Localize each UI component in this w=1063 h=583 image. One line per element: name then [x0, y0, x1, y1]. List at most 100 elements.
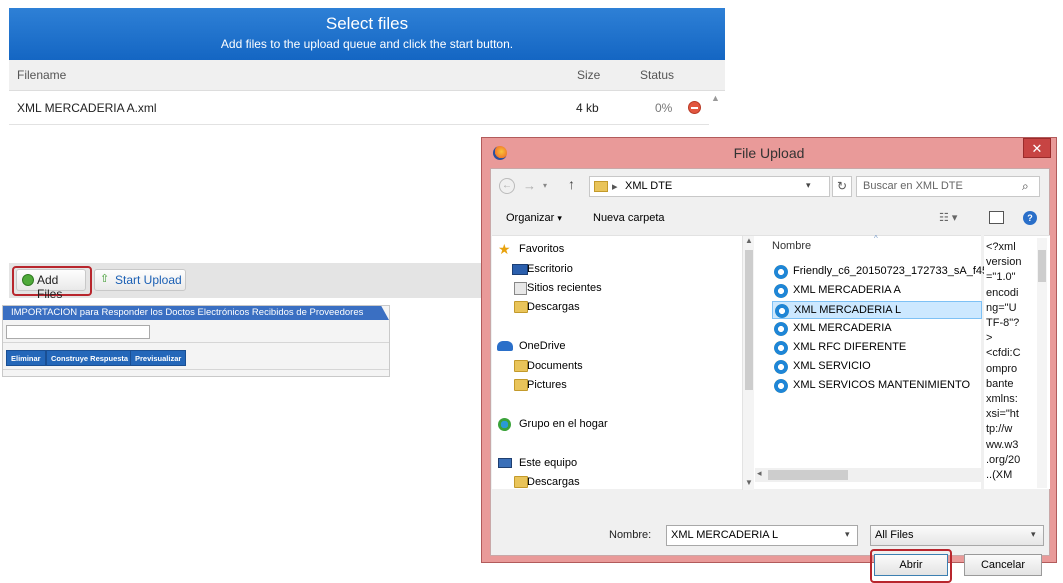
nav-label: Este equipo [519, 457, 578, 469]
nav-item-grupo-hogar[interactable]: Grupo en el hogar [492, 416, 742, 434]
file-list-hscrollbar[interactable]: ◂ [755, 468, 981, 482]
dialog-body: ← → ↑ ▸ XML DTE ▾ → ▾ ↑ ↻ Buscar en XML … [490, 168, 1050, 583]
forward-arrow-icon[interactable]: → [523, 178, 536, 193]
filename-input[interactable]: XML MERCADERIA L ▾ [666, 525, 858, 546]
file-item[interactable]: XML MERCADERIA A [772, 282, 982, 300]
importacion-actions: Eliminar Construye Respuesta Previsualiz… [3, 342, 389, 370]
file-item[interactable]: XML MERCADERIA [772, 320, 982, 338]
remove-file-icon[interactable] [688, 101, 701, 114]
open-button[interactable]: Abrir [874, 554, 948, 576]
back-arrow-icon[interactable]: ← [499, 178, 515, 194]
close-button[interactable]: ✕ [1023, 138, 1051, 158]
history-dropdown-icon[interactable]: ▾ [543, 181, 547, 190]
add-files-label: Add Files [37, 273, 63, 301]
chevron-down-icon[interactable]: ▾ [1031, 529, 1036, 540]
file-item[interactable]: XML SERVICIO [772, 358, 982, 376]
chevron-down-icon[interactable]: ▾ [806, 180, 811, 191]
column-nombre[interactable]: Nombre [772, 240, 811, 252]
nav-item-favoritos[interactable]: ★ Favoritos [492, 241, 742, 259]
ie-file-icon [774, 379, 788, 393]
nav-label: Grupo en el hogar [519, 418, 608, 430]
nav-item-descargas-2[interactable]: Descargas [492, 474, 742, 492]
preview-scrollbar[interactable] [1037, 238, 1047, 488]
hscroll-thumb[interactable] [768, 470, 848, 480]
filename-value: XML MERCADERIA L [671, 529, 779, 541]
ie-file-icon [775, 304, 789, 318]
column-size: Size [577, 68, 601, 82]
ie-file-icon [774, 322, 788, 336]
column-filename: Filename [17, 68, 67, 82]
cancel-button[interactable]: Cancelar [964, 554, 1042, 576]
refresh-icon[interactable]: ↻ [832, 176, 852, 197]
nav-item-pictures[interactable]: Pictures [492, 377, 742, 395]
sort-ascending-icon: ^ [874, 234, 878, 243]
preview-scroll-thumb[interactable] [1038, 250, 1046, 282]
folder-icon [514, 301, 528, 313]
scroll-up-arrow-icon[interactable]: ▲ [711, 93, 720, 103]
importacion-panel: IMPORTACION para Responder los Doctos El… [2, 305, 390, 377]
file-name: Friendly_c6_20150723_172733_sA_f4534 [793, 265, 1001, 277]
search-icon[interactable]: ⌕ [1022, 179, 1029, 194]
preview-pane-icon[interactable] [989, 211, 1004, 224]
file-list: Nombre ^ Friendly_c6_20150723_172733_sA_… [754, 234, 1000, 489]
nav-item-descargas[interactable]: Descargas [492, 299, 742, 317]
nav-label: Escritorio [527, 263, 573, 275]
computer-icon [498, 458, 512, 468]
nav-label: OneDrive [519, 340, 566, 352]
scroll-up-arrow-icon[interactable]: ▲ [745, 236, 753, 245]
nav-label: Descargas [527, 301, 580, 313]
add-files-button[interactable]: Add Files [16, 269, 86, 301]
importacion-input[interactable] [6, 325, 150, 339]
folder-icon [514, 379, 528, 391]
view-options-icon[interactable]: ☷ ▾ [939, 211, 957, 224]
search-box[interactable]: Buscar en XML DTE ⌕ [856, 176, 1040, 197]
organize-menu[interactable]: Organizar ▾ [506, 212, 562, 224]
queue-filename: XML MERCADERIA A.xml [17, 101, 157, 115]
upload-title: Select files [325, 14, 409, 33]
up-arrow-icon[interactable]: ↑ [568, 176, 575, 192]
new-folder-button[interactable]: Nueva carpeta [593, 212, 665, 224]
file-item[interactable]: Friendly_c6_20150723_172733_sA_f4534 [772, 263, 1000, 281]
nav-label: Documents [527, 360, 583, 372]
ie-file-icon [774, 360, 788, 374]
address-bar[interactable]: ▸ XML DTE ▾ [589, 176, 830, 197]
file-name: XML MERCADERIA L [794, 304, 902, 316]
eliminar-button[interactable]: Eliminar [6, 350, 46, 366]
search-placeholder: Buscar en XML DTE [863, 180, 963, 192]
file-item[interactable]: XML SERVICOS MANTENIMIENTO [772, 377, 982, 395]
nav-label: Sitios recientes [527, 282, 602, 294]
upload-column-header: Filename Size Status [9, 60, 725, 91]
nav-item-sitios-recientes[interactable]: Sitios recientes [492, 280, 742, 298]
folder-icon [514, 476, 528, 488]
file-item-selected[interactable]: XML MERCADERIA L [772, 301, 982, 319]
construye-respuesta-button[interactable]: Construye Respuesta [46, 350, 134, 366]
recent-icon [514, 282, 527, 295]
upload-header: Select files Add files to the upload que… [9, 8, 725, 60]
file-name: XML SERVICOS MANTENIMIENTO [793, 379, 971, 391]
filename-label: Nombre: [609, 529, 652, 541]
nav-item-documents[interactable]: Documents [492, 358, 742, 376]
cloud-icon [497, 341, 513, 351]
nav-scrollbar[interactable]: ▲ ▼ [742, 236, 754, 490]
chevron-down-icon[interactable]: ▾ [845, 529, 850, 540]
file-item[interactable]: XML RFC DIFERENTE [772, 339, 982, 357]
file-name: XML MERCADERIA [793, 322, 892, 334]
nav-item-este-equipo[interactable]: Este equipo [492, 455, 742, 473]
preview-pane: <?xml version ="1.0" encodi ng="U TF-8"?… [984, 235, 1050, 489]
file-name: XML MERCADERIA A [793, 284, 901, 296]
nav-scroll-thumb[interactable] [745, 250, 753, 390]
nav-item-escritorio[interactable]: Escritorio [492, 261, 742, 279]
scroll-down-arrow-icon[interactable]: ▼ [745, 478, 753, 487]
help-icon[interactable]: ? [1023, 211, 1037, 225]
nav-item-onedrive[interactable]: OneDrive [492, 338, 742, 356]
start-upload-button[interactable]: ⇧ Start Upload [94, 269, 186, 291]
upload-subtitle: Add files to the upload queue and click … [220, 37, 514, 51]
scroll-left-arrow-icon[interactable]: ◂ [757, 468, 762, 479]
column-status: Status [640, 68, 675, 82]
star-icon: ★ [498, 241, 511, 257]
previsualizar-button[interactable]: Previsualizar [130, 350, 187, 366]
start-upload-label: Start Upload [115, 273, 182, 287]
breadcrumb-separator-icon: ▸ [612, 181, 618, 193]
folder-icon [594, 181, 608, 192]
file-type-select[interactable]: All Files ▾ [870, 525, 1044, 546]
